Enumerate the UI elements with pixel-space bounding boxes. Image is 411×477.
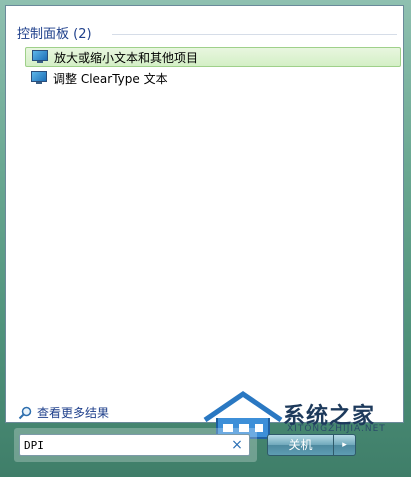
display-control-panel-icon [31,71,47,85]
search-box[interactable]: × [19,434,250,456]
search-area: × [14,428,257,462]
see-more-label: 查看更多结果 [37,406,110,420]
see-more-results-link[interactable]: 查看更多结果 [18,404,109,421]
watermark-url: XITONGZHIJIA.NET [287,424,386,434]
group-divider [112,34,397,35]
shutdown-button[interactable]: 关机 [267,434,334,456]
search-input[interactable] [24,437,219,453]
search-results-panel: 控制面板 (2) 放大或缩小文本和其他项目 调整 ClearType 文本 查看… [5,5,404,423]
group-title[interactable]: 控制面板 (2) [17,23,92,42]
clear-search-icon[interactable]: × [229,437,245,453]
result-item-label: 放大或缩小文本和其他项目 [54,50,199,65]
display-control-panel-icon [32,50,48,64]
magnifier-icon [18,406,32,419]
result-item-label: 调整 ClearType 文本 [53,71,168,86]
result-item-zoom-text[interactable]: 放大或缩小文本和其他项目 [25,47,401,67]
shutdown-options-arrow-icon[interactable]: ▸ [334,434,356,456]
result-item-cleartype[interactable]: 调整 ClearType 文本 [25,68,401,88]
group-header: 控制面板 (2) [17,23,397,43]
